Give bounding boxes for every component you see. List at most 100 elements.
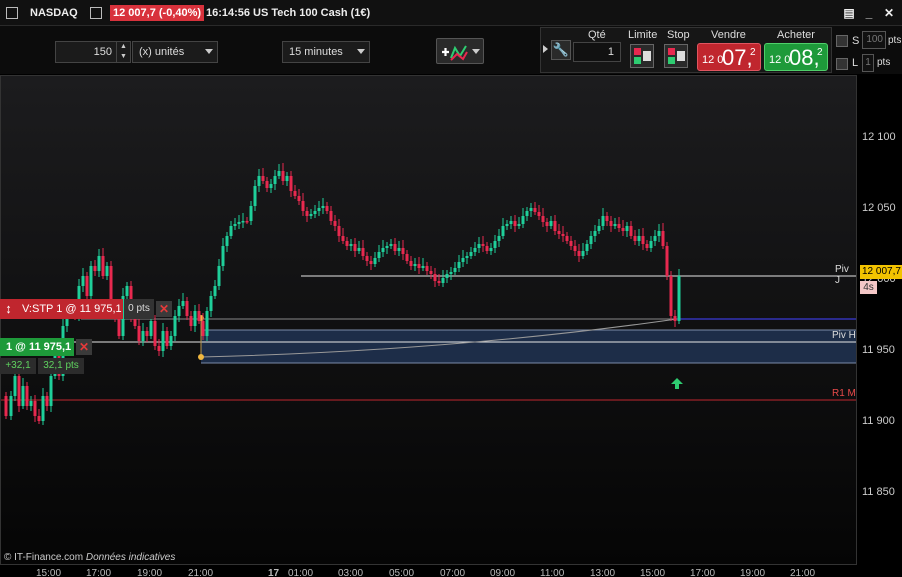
limit-order-button[interactable]	[630, 44, 654, 68]
y-tick-label: 12 050	[862, 202, 896, 214]
stop-order-button[interactable]	[664, 44, 688, 68]
candle-body	[625, 226, 629, 231]
candle-body	[93, 266, 97, 271]
candle-body	[589, 236, 593, 244]
candle-body	[525, 211, 529, 216]
buy-price-fraction: 2	[817, 47, 823, 58]
candle-body	[257, 176, 261, 186]
limit-checkbox[interactable]	[836, 58, 848, 70]
candle-body	[285, 176, 289, 181]
title-bar: NASDAQ 12 007,7 (-0,40%) 16:14:56 US Tec…	[0, 0, 902, 26]
candle-body	[361, 248, 365, 256]
candle-body	[421, 266, 425, 268]
candle-body	[157, 346, 161, 351]
candle-body	[469, 252, 473, 256]
qty-value: 1	[607, 46, 614, 58]
qty-input[interactable]: 1	[573, 42, 621, 62]
x-tick-label: 11:00	[540, 568, 565, 577]
candle-body	[17, 376, 21, 406]
entry-marker-bottom	[198, 354, 204, 360]
candle-body	[449, 272, 453, 274]
sell-price-main: 07,	[722, 45, 753, 70]
candle-body	[389, 244, 393, 246]
list-icon[interactable]	[90, 7, 102, 19]
candle-body	[489, 248, 493, 251]
quantity-input[interactable]: 150 ▲ ▼	[55, 41, 131, 63]
checkbox-icon[interactable]	[6, 7, 18, 19]
candle-body	[197, 311, 201, 321]
candle-body	[637, 236, 641, 241]
candle-body	[461, 258, 465, 262]
candle-body	[145, 331, 149, 336]
minimize-icon[interactable]: _	[862, 6, 876, 20]
stop-label: Stop	[667, 29, 690, 41]
x-tick-label: 01:00	[288, 568, 314, 577]
stop-checkbox[interactable]	[836, 35, 848, 47]
candle-body	[445, 274, 449, 278]
stop-order-pts: 0 pts	[124, 299, 154, 319]
candle-body	[181, 301, 185, 306]
window-menu-icon[interactable]: ▤	[840, 6, 858, 20]
chevron-right-icon[interactable]	[543, 45, 548, 53]
quantity-stepper[interactable]: ▲ ▼	[116, 42, 130, 62]
candle-body	[161, 331, 165, 351]
candle-body	[561, 234, 565, 236]
chevron-down-icon	[205, 49, 213, 54]
candle-body	[377, 252, 381, 258]
limit-distance-input[interactable]: 1	[862, 54, 874, 72]
candle-body	[165, 331, 169, 346]
candle-body	[125, 286, 129, 296]
candle-body	[385, 246, 389, 248]
chart-tools-button[interactable]	[436, 38, 484, 64]
sell-button[interactable]: 12 0 07, 2	[697, 43, 761, 71]
candle-body	[505, 224, 509, 226]
stop-order-label[interactable]: V:STP 1 @ 11 975,1	[17, 299, 123, 319]
wrench-icon[interactable]: 🔧	[551, 40, 571, 60]
candle-body	[169, 336, 173, 346]
candle-body	[645, 244, 649, 248]
candle-body	[481, 244, 485, 246]
candle-body	[221, 246, 225, 266]
candle-body	[345, 241, 349, 246]
candle-body	[405, 254, 409, 261]
candle-body	[457, 262, 461, 268]
candle-body	[273, 176, 277, 184]
candle-body	[673, 316, 677, 321]
copyright-text: © IT-Finance.com	[4, 552, 84, 563]
candle-body	[333, 221, 337, 226]
buy-button[interactable]: 12 0 08, 2	[764, 43, 828, 71]
close-icon[interactable]: ✕	[156, 301, 172, 317]
candle-body	[613, 224, 617, 226]
candle-body	[537, 212, 541, 216]
candle-body	[437, 281, 441, 283]
candle-body	[409, 261, 413, 266]
drag-handle-icon[interactable]: ↕	[0, 299, 17, 319]
candle-body	[177, 306, 181, 316]
candle-body	[201, 321, 205, 336]
stop-distance-input[interactable]: 100	[862, 31, 886, 49]
price-chart[interactable]: Piv J Piv H R1 M	[0, 75, 857, 565]
y-tick-label: 11 900	[862, 415, 895, 427]
candle-body	[513, 221, 517, 226]
data-source-note: © IT-Finance.com Données indicatives	[4, 552, 175, 563]
candle-body	[193, 311, 197, 326]
candlestick-chart[interactable]	[1, 76, 857, 565]
candle-body	[313, 211, 317, 214]
candle-body	[85, 276, 89, 296]
sell-price-fraction: 2	[750, 47, 756, 58]
position-label[interactable]: 1 @ 11 975,1	[0, 338, 74, 356]
candle-body	[665, 246, 669, 276]
unit-select[interactable]: (x) unités	[132, 41, 218, 63]
y-tick-label: 11 850	[862, 486, 895, 498]
candle-body	[321, 206, 325, 208]
timeframe-select[interactable]: 15 minutes	[282, 41, 370, 63]
pnl-pts: 32,1 pts	[38, 358, 84, 374]
candle-body	[545, 222, 549, 226]
candle-body	[41, 396, 45, 421]
candle-body	[553, 221, 557, 231]
close-icon[interactable]: ✕	[76, 339, 92, 355]
candle-body	[529, 208, 533, 211]
close-icon[interactable]: ✕	[882, 6, 896, 20]
candle-body	[25, 386, 29, 406]
candle-body	[105, 266, 109, 276]
